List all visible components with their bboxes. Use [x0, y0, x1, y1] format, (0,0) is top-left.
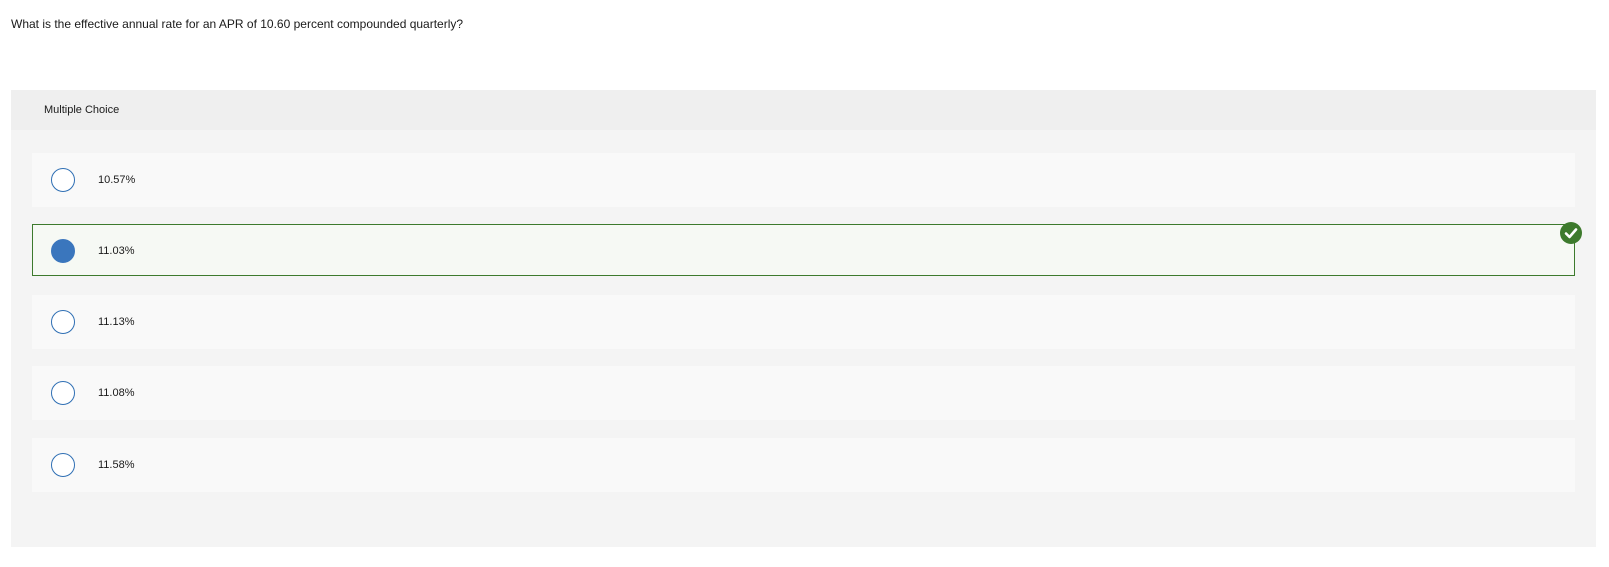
answer-option-label: 11.03%	[98, 245, 135, 257]
radio-empty-icon[interactable]	[51, 381, 75, 405]
radio-filled-icon[interactable]	[51, 239, 75, 263]
multiple-choice-panel: Multiple Choice 10.57% 11.03% 11.13% 11.…	[11, 90, 1596, 547]
answer-option-2[interactable]: 11.03%	[32, 224, 1575, 276]
multiple-choice-header: Multiple Choice	[11, 90, 1596, 130]
radio-empty-icon[interactable]	[51, 310, 75, 334]
checkmark-glyph	[1564, 228, 1578, 239]
answer-option-label: 10.57%	[98, 174, 136, 186]
question-text: What is the effective annual rate for an…	[11, 17, 464, 31]
answer-option-label: 11.58%	[98, 459, 135, 471]
answer-option-label: 11.08%	[98, 387, 135, 399]
radio-empty-icon[interactable]	[51, 168, 75, 192]
answer-option-4[interactable]: 11.08%	[32, 366, 1575, 420]
answer-option-5[interactable]: 11.58%	[32, 438, 1575, 492]
checkmark-circle-icon	[1560, 222, 1582, 244]
radio-empty-icon[interactable]	[51, 453, 75, 477]
answer-option-3[interactable]: 11.13%	[32, 295, 1575, 349]
answer-option-1[interactable]: 10.57%	[32, 153, 1575, 207]
multiple-choice-label: Multiple Choice	[44, 104, 120, 116]
answer-option-label: 11.13%	[98, 316, 135, 328]
